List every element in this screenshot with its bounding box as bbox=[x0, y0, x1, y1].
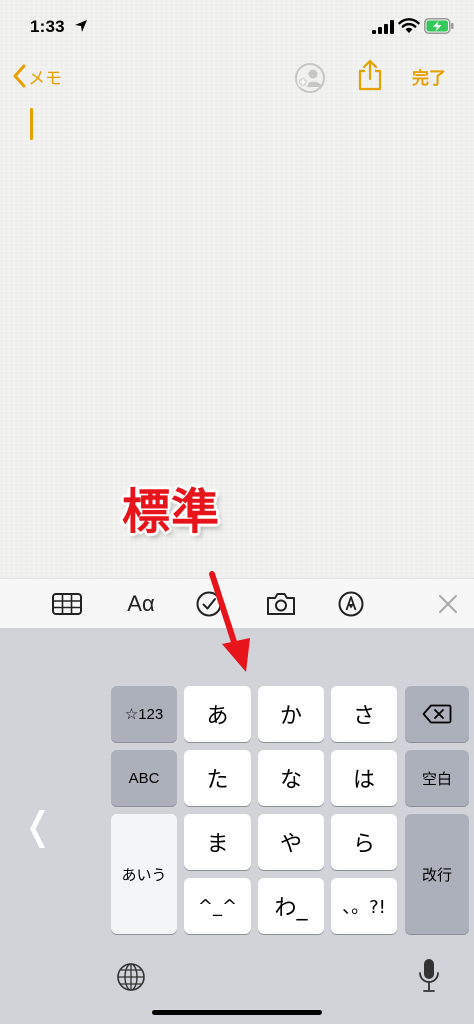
key-label: あ bbox=[206, 704, 229, 729]
key-symbol-number[interactable]: ☆123 bbox=[111, 686, 177, 742]
home-indicator[interactable] bbox=[152, 1010, 322, 1015]
key-label: あいう bbox=[121, 865, 167, 884]
add-people-icon[interactable] bbox=[294, 62, 326, 94]
close-icon bbox=[439, 595, 457, 613]
key-ra[interactable]: ら bbox=[331, 814, 397, 870]
markup-pen-icon bbox=[338, 591, 364, 617]
chevron-left-icon[interactable]: ❬ bbox=[22, 804, 54, 848]
key-emoticon[interactable]: ^_^ bbox=[184, 878, 251, 934]
annotation-arrow-icon bbox=[209, 571, 250, 672]
key-kana-input-mode[interactable]: あいう bbox=[111, 814, 177, 934]
key-label: ^_^ bbox=[197, 895, 238, 917]
annotation-label: 標準 bbox=[122, 484, 221, 540]
key-label: 空白 bbox=[421, 770, 452, 788]
table-button[interactable] bbox=[50, 589, 84, 619]
key-label: ☆123 bbox=[124, 706, 164, 723]
key-ha[interactable]: は bbox=[331, 750, 397, 806]
key-label: 改行 bbox=[421, 866, 452, 884]
status-time: 1:33 bbox=[30, 17, 65, 36]
key-label: や bbox=[279, 832, 302, 857]
key-label: わ_ bbox=[274, 896, 308, 921]
back-label: メモ bbox=[28, 68, 62, 88]
status-bar: 1:33 bbox=[0, 0, 474, 54]
key-label: ABC bbox=[128, 769, 160, 787]
wifi-icon bbox=[398, 18, 420, 33]
cellular-signal-icon bbox=[372, 20, 394, 34]
key-label: さ bbox=[352, 704, 375, 729]
key-ka[interactable]: か bbox=[258, 686, 324, 742]
key-label: ま bbox=[206, 832, 229, 857]
key-sa[interactable]: さ bbox=[331, 686, 397, 742]
done-button[interactable]: 完了 bbox=[412, 64, 446, 89]
key-ma[interactable]: ま bbox=[184, 814, 251, 870]
share-icon[interactable] bbox=[356, 58, 384, 92]
key-a[interactable]: あ bbox=[184, 686, 251, 742]
key-wa[interactable]: わ_ bbox=[258, 878, 324, 934]
back-button[interactable]: メモ bbox=[12, 62, 62, 90]
key-delete[interactable] bbox=[405, 686, 469, 742]
navigation-bar: メモ 完了 bbox=[0, 54, 474, 98]
key-ta[interactable]: た bbox=[184, 750, 251, 806]
key-na[interactable]: な bbox=[258, 750, 324, 806]
close-toolbar-button[interactable] bbox=[434, 589, 462, 619]
key-return[interactable]: 改行 bbox=[405, 814, 469, 934]
key-space[interactable]: 空白 bbox=[405, 750, 469, 806]
text-format-label: Aα bbox=[127, 591, 155, 616]
key-label: ら bbox=[352, 832, 375, 857]
table-icon bbox=[52, 593, 82, 615]
key-label: 、。?! bbox=[342, 897, 386, 918]
chevron-left-icon bbox=[13, 64, 26, 88]
key-ya[interactable]: や bbox=[258, 814, 324, 870]
key-abc[interactable]: ABC bbox=[111, 750, 177, 806]
camera-button[interactable] bbox=[264, 589, 298, 619]
key-label: か bbox=[279, 704, 302, 729]
key-label: た bbox=[206, 768, 229, 793]
microphone-icon[interactable] bbox=[418, 958, 440, 994]
key-punctuation[interactable]: 、。?! bbox=[331, 878, 397, 934]
camera-icon bbox=[267, 593, 295, 615]
location-arrow-icon bbox=[75, 20, 87, 32]
delete-backspace-icon bbox=[422, 704, 452, 724]
text-cursor bbox=[30, 108, 33, 140]
text-format-button[interactable]: Aα bbox=[118, 589, 164, 619]
japanese-kana-keyboard: ❬ ☆123 あ か さ ABC た な は 空白 あいう ま や ら 改行 ^… bbox=[0, 628, 474, 1024]
key-label: な bbox=[279, 768, 302, 793]
globe-icon[interactable] bbox=[116, 962, 146, 992]
markup-button[interactable] bbox=[336, 589, 366, 619]
key-label: は bbox=[352, 768, 375, 793]
battery-charging-icon bbox=[424, 18, 454, 34]
